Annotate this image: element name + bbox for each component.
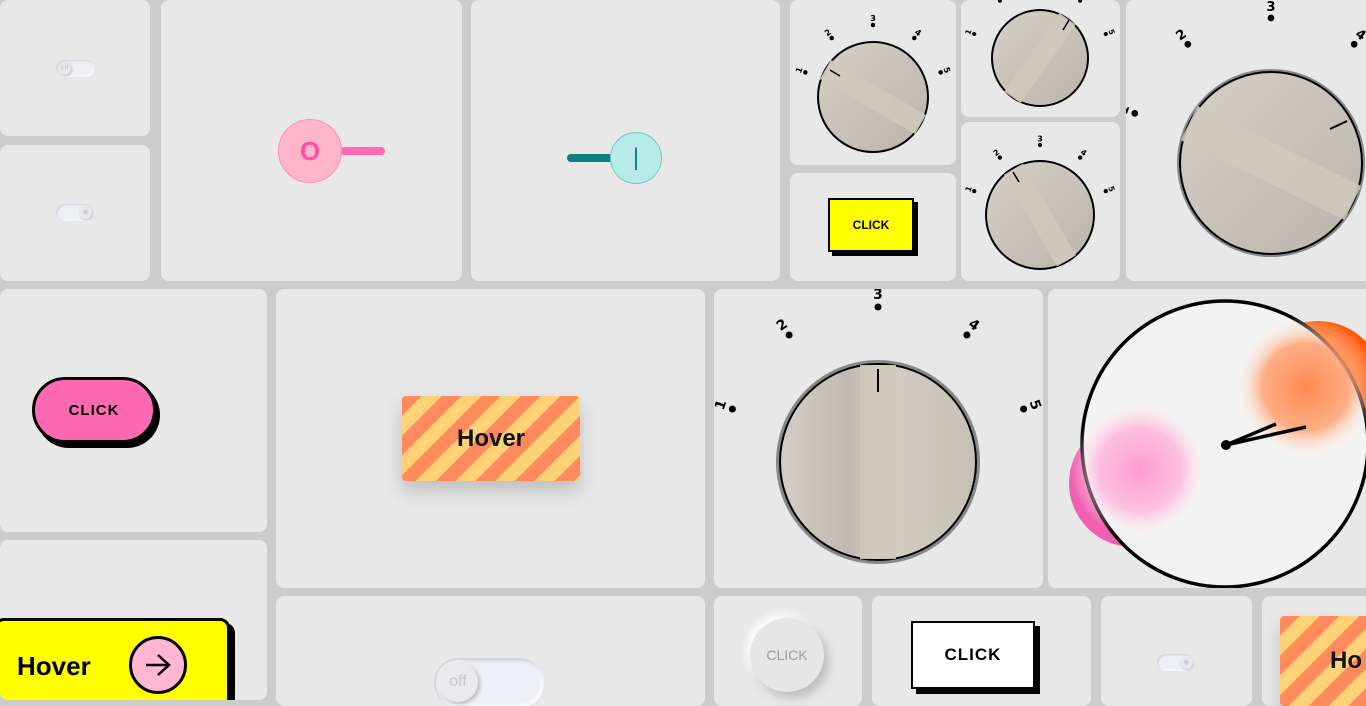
tile-mini-toggle-off: off (0, 0, 150, 136)
mini-toggle-off[interactable]: off (56, 60, 94, 77)
tile-dial-large: 12345 (714, 289, 1043, 588)
arrow-right-icon (129, 636, 187, 694)
dial-number: 3 (870, 13, 876, 23)
toggle-knob: off (58, 62, 71, 75)
tile-stripe-hover-partial: Ho (1262, 596, 1366, 706)
dial-number: 3 (1037, 135, 1042, 144)
yellow-click-label: CLICK (852, 218, 890, 232)
big-toggle-knob: off (438, 662, 478, 702)
toggle-off-text: off (60, 65, 69, 72)
clock-knob[interactable] (1048, 289, 1366, 588)
stripe-hover-partial-label: Ho (1330, 647, 1362, 674)
teal-switch-track (567, 154, 615, 162)
dial-medium[interactable]: 12345 (1126, 0, 1366, 281)
pink-click-label: CLICK (68, 401, 120, 419)
tile-mini-toggle-on: ◉ (0, 145, 150, 281)
pink-switch-knob[interactable]: O (278, 119, 342, 183)
tile-yellow-click: CLICK (790, 173, 956, 281)
tile-stripe-hover: Hover (276, 289, 705, 588)
dial-dot (1131, 110, 1139, 117)
yellow-click-button[interactable]: CLICK (828, 198, 914, 252)
hover-arrow-label: Hover (17, 651, 91, 681)
big-toggle-off-text: off (449, 673, 467, 690)
teal-switch-knob[interactable]: | (610, 132, 662, 184)
pink-switch-symbol: O (299, 135, 321, 166)
tile-clock-knob (1048, 289, 1366, 588)
dial-number: 1 (964, 185, 974, 193)
dial-dot (1078, 0, 1083, 3)
dial-dot (728, 405, 736, 413)
tile-dial-small-c: 12345 (961, 122, 1120, 281)
big-toggle-off[interactable]: off (434, 658, 544, 706)
dial-number: 5 (1026, 398, 1043, 413)
pink-switch-track (340, 147, 385, 155)
dial-number: 3 (873, 289, 883, 303)
tile-pink-click: CLICK (0, 289, 267, 532)
teal-switch-symbol: | (632, 144, 640, 171)
dial-large[interactable]: 12345 (714, 289, 1043, 588)
tile-neumorphic-click: CLICK (714, 596, 862, 706)
dial-dot (785, 331, 793, 339)
mini-toggle-on-b[interactable]: ◉ (1157, 654, 1195, 671)
toggle-knob: ◉ (1180, 656, 1193, 669)
pink-click-button[interactable]: CLICK (32, 377, 156, 443)
dial-small-a[interactable]: 12345 (790, 0, 956, 165)
dial-dot (963, 331, 971, 339)
tile-big-toggle: off (276, 596, 705, 706)
white-click-label: CLICK (944, 645, 1002, 664)
stripe-hover-button[interactable]: Hover (402, 396, 580, 481)
tile-dial-small-a: 12345 (790, 0, 956, 165)
tile-pink-switch: O (161, 0, 462, 281)
neumorphic-click-button[interactable]: CLICK (750, 618, 824, 692)
tile-mini-toggle-on-b: ◉ (1101, 596, 1252, 706)
dial-number: 5 (941, 66, 952, 75)
stripe-hover-partial-button[interactable]: Ho (1280, 616, 1366, 706)
stripe-hover-label: Hover (456, 424, 526, 452)
dial-dot (997, 0, 1002, 3)
dial-dot (870, 22, 876, 28)
dial-dot (1020, 405, 1028, 413)
tile-hover-arrow: Hover (0, 540, 267, 700)
tile-dial-small-b: 12345 (961, 0, 1120, 117)
dial-number: 5 (1106, 28, 1116, 36)
tile-dial-medium: 12345 (1126, 0, 1366, 281)
dial-number: 3 (1266, 0, 1275, 15)
dial-number: 1 (963, 28, 973, 36)
neumorphic-click-label: CLICK (766, 647, 808, 663)
dial-number: 5 (1106, 185, 1116, 193)
dial-small-c[interactable]: 12345 (961, 122, 1120, 281)
dial-number: 1 (714, 398, 730, 413)
mini-toggle-on[interactable]: ◉ (56, 204, 94, 221)
dial-dot (1267, 14, 1275, 22)
dial-dot (874, 303, 882, 311)
white-click-button[interactable]: CLICK (911, 621, 1035, 689)
toggle-knob: ◉ (79, 206, 92, 219)
tile-white-click: CLICK (872, 596, 1091, 706)
dial-small-b[interactable]: 12345 (961, 0, 1120, 117)
dial-number: 1 (793, 65, 804, 74)
hover-arrow-button[interactable]: Hover (0, 618, 230, 700)
tile-teal-switch: | (471, 0, 780, 281)
